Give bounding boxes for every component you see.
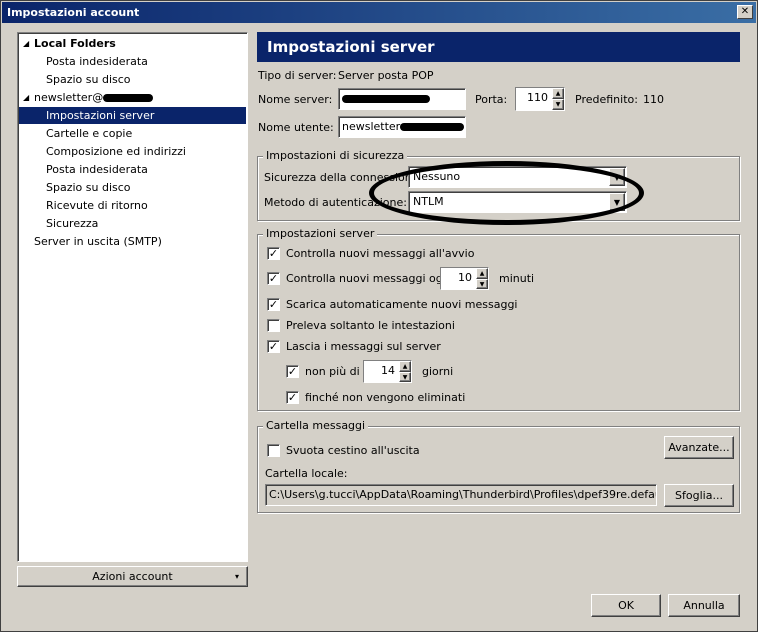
auto-download-checkbox[interactable]: ✓ [267, 298, 280, 311]
username-input[interactable]: newsletter [338, 116, 466, 138]
message-folder-group-title: Cartella messaggi [263, 419, 369, 433]
title-bar: Impostazioni account ✕ [2, 2, 756, 23]
spin-up-icon[interactable]: ▲ [399, 361, 411, 372]
port-value: 110 [516, 88, 552, 110]
check-every-label: Controlla nuovi messaggi ogni [286, 272, 453, 285]
auto-download-label: Scarica automaticamente nuovi messaggi [286, 298, 518, 311]
leave-on-server-checkbox[interactable]: ✓ [267, 340, 280, 353]
dropdown-arrow-icon: ▾ [234, 572, 239, 581]
empty-trash-checkbox[interactable] [267, 444, 280, 457]
until-deleted-label: finché non vengono eliminati [305, 391, 466, 404]
tree-item-disk-space[interactable]: Spazio su disco [46, 179, 131, 196]
check-on-startup-checkbox[interactable]: ✓ [267, 247, 280, 260]
server-settings-group-title: Impostazioni server [263, 227, 378, 241]
account-actions-button[interactable]: Azioni account ▾ [17, 566, 248, 587]
redacted-username-domain [400, 123, 465, 131]
tree-item-disk-space[interactable]: Spazio su disco [46, 71, 131, 88]
tree-item-junk[interactable]: Posta indesiderata [46, 53, 148, 70]
leave-on-server-label: Lascia i messaggi sul server [286, 340, 441, 353]
tree-item-local-folders[interactable]: ◢ Local Folders [23, 35, 116, 52]
tree-item-copies-folders[interactable]: Cartelle e copie [46, 125, 132, 142]
spin-down-icon[interactable]: ▼ [399, 371, 411, 382]
local-folder-label: Cartella locale: [265, 467, 348, 480]
max-days-value: 14 [364, 361, 399, 382]
security-group-title: Impostazioni di sicurezza [263, 149, 408, 163]
server-name-label: Nome server: [258, 93, 333, 106]
check-interval-unit: minuti [499, 272, 535, 285]
server-type-value: Server posta POP [338, 69, 434, 82]
check-interval-stepper[interactable]: 10 ▲ ▼ [440, 267, 489, 290]
username-value: newsletter [342, 120, 401, 133]
spin-down-icon[interactable]: ▼ [476, 278, 488, 289]
account-tree: ◢ Local Folders Posta indesiderata Spazi… [17, 32, 248, 562]
check-on-startup-label: Controlla nuovi messaggi all'avvio [286, 247, 475, 260]
check-every-checkbox[interactable]: ✓ [267, 272, 280, 285]
tree-item-newsletter-account[interactable]: ◢ newsletter@ [23, 89, 154, 106]
account-settings-dialog: Impostazioni account ✕ ◢ Local Folders P… [0, 0, 758, 632]
tree-item-label: Local Folders [34, 37, 116, 50]
port-stepper[interactable]: 110 ▲ ▼ [515, 87, 565, 111]
max-days-unit: giorni [422, 365, 454, 378]
tree-item-junk[interactable]: Posta indesiderata [46, 161, 148, 178]
tree-item-security[interactable]: Sicurezza [46, 215, 98, 232]
empty-trash-label: Svuota cestino all'uscita [286, 444, 420, 457]
tree-item-smtp[interactable]: Server in uscita (SMTP) [34, 233, 162, 250]
server-type-label: Tipo di server: [258, 69, 337, 82]
max-days-checkbox[interactable]: ✓ [286, 365, 299, 378]
highlight-ellipse [369, 161, 644, 225]
cancel-button[interactable]: Annulla [668, 594, 740, 617]
local-folder-path: C:\Users\g.tucci\AppData\Roaming\Thunder… [265, 484, 657, 506]
username-label: Nome utente: [258, 121, 334, 134]
tree-item-label: newsletter@ [34, 91, 104, 104]
ok-button[interactable]: OK [591, 594, 661, 617]
max-days-stepper[interactable]: 14 ▲ ▼ [363, 360, 412, 383]
browse-button[interactable]: Sfoglia... [664, 484, 734, 507]
until-deleted-checkbox[interactable]: ✓ [286, 391, 299, 404]
headers-only-label: Preleva soltanto le intestazioni [286, 319, 455, 332]
headers-only-checkbox[interactable] [267, 319, 280, 332]
expanded-icon[interactable]: ◢ [23, 89, 29, 106]
tree-item-composition[interactable]: Composizione ed indirizzi [46, 143, 186, 160]
expanded-icon[interactable]: ◢ [23, 35, 29, 52]
default-port-label: Predefinito: [575, 93, 638, 106]
advanced-button[interactable]: Avanzate... [664, 436, 734, 459]
tree-item-return-receipts[interactable]: Ricevute di ritorno [46, 197, 148, 214]
default-port-value: 110 [643, 93, 664, 106]
window-title: Impostazioni account [7, 6, 140, 19]
close-button[interactable]: ✕ [737, 5, 753, 19]
spin-down-icon[interactable]: ▼ [552, 99, 564, 110]
spin-up-icon[interactable]: ▲ [476, 268, 488, 279]
spin-up-icon[interactable]: ▲ [552, 88, 564, 99]
account-actions-label: Azioni account [92, 570, 173, 583]
redacted-server-name [342, 95, 430, 103]
redacted-domain [103, 94, 154, 102]
page-title: Impostazioni server [257, 32, 740, 62]
check-interval-value: 10 [441, 268, 476, 289]
server-name-input[interactable] [338, 88, 466, 110]
tree-item-server-settings[interactable]: Impostazioni server [19, 107, 246, 124]
max-days-label: non più di [305, 365, 360, 378]
port-label: Porta: [475, 93, 508, 106]
